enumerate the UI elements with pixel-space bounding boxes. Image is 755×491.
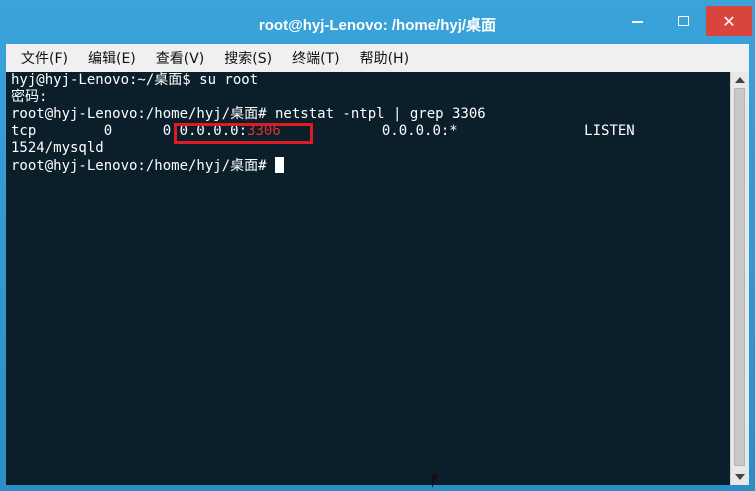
terminal-line: root@hyj-Lenovo:/home/hyj/桌面# netstat -n… bbox=[11, 106, 486, 122]
terminal-line: 1524/mysqld bbox=[11, 140, 104, 156]
vertical-scrollbar[interactable] bbox=[730, 72, 749, 485]
netstat-row-text: 0.0.0.0:* LISTEN bbox=[280, 123, 635, 139]
terminal-line: hyj@hyj-Lenovo:~/桌面$ su root bbox=[11, 72, 259, 88]
scroll-up-icon[interactable] bbox=[735, 77, 745, 83]
minimize-button[interactable] bbox=[614, 6, 660, 36]
mouse-pointer-icon bbox=[432, 474, 438, 488]
menu-search[interactable]: 搜索(S) bbox=[224, 48, 272, 68]
close-button[interactable]: ✕ bbox=[706, 6, 752, 36]
terminal-window: root@hyj-Lenovo: /home/hyj/桌面 ✕ 文件(F) 编辑… bbox=[0, 0, 755, 491]
maximize-button[interactable] bbox=[660, 6, 706, 36]
menu-view[interactable]: 查看(V) bbox=[156, 48, 205, 68]
menu-file[interactable]: 文件(F) bbox=[21, 48, 68, 68]
menu-edit[interactable]: 编辑(E) bbox=[88, 48, 136, 68]
scrollbar-thumb[interactable] bbox=[734, 88, 745, 466]
menu-bar: 文件(F) 编辑(E) 查看(V) 搜索(S) 终端(T) 帮助(H) bbox=[6, 44, 749, 72]
terminal-line: 密码: bbox=[11, 89, 48, 105]
maximize-icon bbox=[677, 16, 689, 26]
highlight-annotation bbox=[174, 123, 313, 144]
title-bar[interactable]: root@hyj-Lenovo: /home/hyj/桌面 ✕ bbox=[0, 0, 755, 44]
scroll-down-icon[interactable] bbox=[735, 474, 745, 480]
menu-help[interactable]: 帮助(H) bbox=[360, 48, 409, 68]
terminal-line: tcp 0 0 0.0.0.0:3306 0.0.0.0:* LISTEN bbox=[11, 123, 635, 140]
terminal-output[interactable]: hyj@hyj-Lenovo:~/桌面$ su root 密码: root@hy… bbox=[6, 72, 749, 485]
close-icon: ✕ bbox=[722, 11, 736, 31]
minimize-icon bbox=[631, 21, 643, 23]
terminal-prompt: root@hyj-Lenovo:/home/hyj/桌面# bbox=[11, 157, 285, 174]
text-cursor bbox=[275, 157, 285, 173]
prompt-text: root@hyj-Lenovo:/home/hyj/桌面# bbox=[11, 158, 276, 174]
menu-terminal[interactable]: 终端(T) bbox=[292, 48, 339, 68]
